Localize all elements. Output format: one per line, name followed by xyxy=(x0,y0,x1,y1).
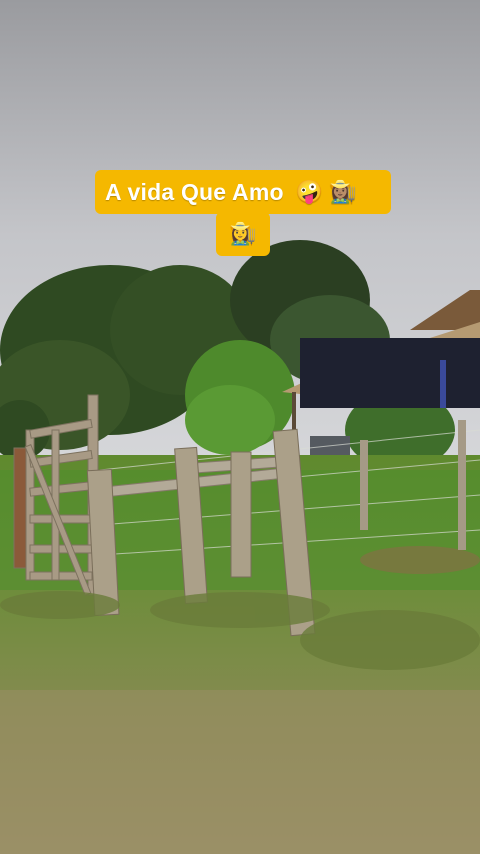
caption-banner: A vida Que Amo 🤪 👩🏽‍🌾 xyxy=(95,170,391,214)
caption-text: A vida Que Amo xyxy=(105,178,284,205)
video-frame: A vida Que Amo 🤪 👩🏽‍🌾 👩‍🌾 xyxy=(0,0,480,854)
farmer-woman-icon: 👩‍🌾 xyxy=(229,221,257,246)
rural-scene xyxy=(0,0,480,854)
farmer-icon: 👩🏽‍🌾 xyxy=(329,179,357,204)
caption-banner-continuation: 👩‍🌾 xyxy=(216,212,270,256)
crazy-face-icon: 🤪 xyxy=(295,179,324,204)
